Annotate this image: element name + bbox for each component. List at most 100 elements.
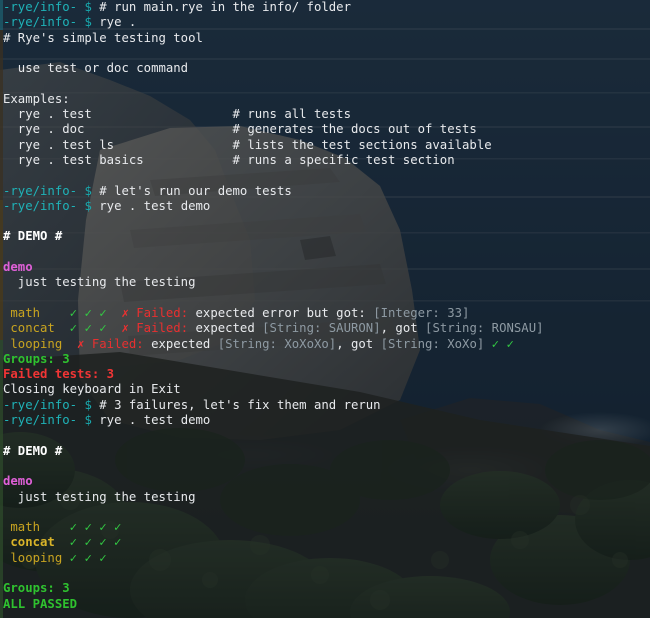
shell-prompt: -rye/info-	[3, 0, 78, 14]
top-l15	[0, 214, 650, 229]
prompt-dollar: $	[77, 397, 92, 412]
command-text: # 3 failures, let's fix them and rerun	[91, 397, 381, 412]
groups-value: 3	[62, 351, 70, 366]
all-passed-line: ALL PASSED	[0, 597, 650, 612]
top-l9: rye . doc # generates the docs out of te…	[0, 122, 650, 137]
example-comment: # runs all tests	[232, 107, 351, 122]
groups-label: Groups:	[3, 581, 63, 596]
failing-test-row: concat ✓ ✓ ✓ ✗ Failed: expected [String:…	[0, 321, 650, 336]
got-value: [Integer: 33]	[365, 305, 470, 320]
example-command: rye . doc	[3, 122, 233, 137]
example-comment: # generates the docs out of tests	[232, 122, 477, 137]
test-name: math	[3, 305, 63, 320]
all-passed-label: ALL PASSED	[3, 596, 78, 611]
groups-label: Groups:	[3, 351, 63, 366]
top-l11: rye . test basics # runs a specific test…	[0, 153, 650, 168]
top-l5: use test or doc command	[0, 61, 650, 76]
top-l18: demo	[0, 260, 650, 275]
command-text: # run main.rye in the info/ folder	[91, 0, 351, 14]
command-text: rye . test demo	[91, 413, 211, 428]
fail-cross: ✗	[121, 321, 129, 336]
shell-prompt: -rye/info-	[3, 397, 78, 412]
terminal-left-edge-strip	[0, 0, 3, 618]
top-l8: rye . test # runs all tests	[0, 107, 650, 122]
pass-checks: ✓ ✓ ✓	[62, 321, 107, 336]
example-command: rye . test basics	[3, 152, 233, 167]
terminal-window[interactable]: -rye/info- $ # run main.rye in the info/…	[0, 0, 650, 618]
output-text: Examples:	[3, 91, 70, 106]
top-command-line[interactable]: -rye/info- $ # let's run our demo tests	[0, 184, 650, 199]
test-group-name: demo	[3, 474, 33, 489]
expected-value: [String: SAURON]	[254, 321, 381, 336]
fail-message: expected	[143, 336, 211, 351]
failed-tests-line: Failed tests: 3	[0, 367, 650, 382]
top-l16: # DEMO #	[0, 229, 650, 244]
top-l19: just testing the testing	[0, 275, 650, 290]
mid-command-line[interactable]: -rye/info- $ rye . test demo	[0, 413, 650, 428]
mid-m7: just testing the testing	[0, 490, 650, 505]
failing-test-row: looping ✗ Failed: expected [String: XoXo…	[0, 337, 650, 352]
top-l7: Examples:	[0, 92, 650, 107]
failed-tests-value: 3	[106, 367, 115, 382]
shell-prompt: -rye/info-	[3, 15, 78, 30]
output-text: just testing the testing	[3, 489, 196, 504]
top-command-line[interactable]: -rye/info- $ rye .	[0, 15, 650, 30]
shell-prompt: -rye/info-	[3, 413, 78, 428]
mid-m3	[0, 428, 650, 443]
passing-test-row: concat ✓ ✓ ✓ ✓	[0, 535, 650, 550]
mid-m6: demo	[0, 474, 650, 489]
test-group-name: demo	[3, 260, 33, 275]
blank-line	[0, 566, 650, 581]
pass-checks: ✓ ✓ ✓	[62, 550, 107, 565]
shell-prompt: -rye/info-	[3, 198, 78, 213]
fail-message: expected	[188, 321, 255, 336]
output-text: just testing the testing	[3, 275, 196, 290]
fail-label: Failed:	[128, 305, 189, 320]
pass-checks: ✓ ✓ ✓ ✓	[62, 535, 122, 550]
blank-line	[0, 612, 650, 618]
section-heading: # DEMO #	[3, 229, 63, 244]
got-separator: , got	[380, 321, 418, 336]
top-command-line[interactable]: -rye/info- $ rye . test demo	[0, 199, 650, 214]
prompt-dollar: $	[77, 413, 92, 428]
top-l20	[0, 291, 650, 306]
passing-test-row: looping ✓ ✓ ✓	[0, 551, 650, 566]
trailing-checks: ✓ ✓	[484, 336, 514, 351]
prompt-dollar: $	[77, 0, 92, 14]
example-comment: # lists the test sections available	[232, 137, 492, 152]
fail-label: Failed:	[128, 321, 189, 336]
top-l10: rye . test ls # lists the test sections …	[0, 138, 650, 153]
output-text: use test or doc command	[3, 61, 189, 76]
mid-m5	[0, 459, 650, 474]
groups-count-line-2: Groups: 3	[0, 581, 650, 596]
mid-command-line[interactable]: -rye/info- $ # 3 failures, let's fix the…	[0, 398, 650, 413]
test-name: math	[3, 520, 63, 535]
mid-m8	[0, 505, 650, 520]
test-name: concat	[3, 535, 63, 550]
failed-tests-label: Failed tests:	[3, 367, 107, 382]
groups-value: 3	[62, 581, 70, 596]
top-l17	[0, 245, 650, 260]
groups-count-line: Groups: 3	[0, 352, 650, 367]
prompt-dollar: $	[77, 183, 92, 198]
pass-checks: ✓ ✓ ✓	[62, 305, 107, 320]
expected-value: [String: XoXoXo]	[210, 336, 337, 351]
command-text: # let's run our demo tests	[91, 183, 292, 198]
output-text: # Rye's simple testing tool	[3, 30, 203, 45]
command-text: rye . test demo	[91, 198, 211, 213]
command-text: rye .	[91, 15, 137, 30]
test-name: looping	[3, 336, 63, 351]
shell-prompt: -rye/info-	[3, 183, 78, 198]
top-command-line[interactable]: -rye/info- $ # run main.rye in the info/…	[0, 0, 650, 15]
terminal-output-area[interactable]: -rye/info- $ # run main.rye in the info/…	[0, 0, 650, 618]
